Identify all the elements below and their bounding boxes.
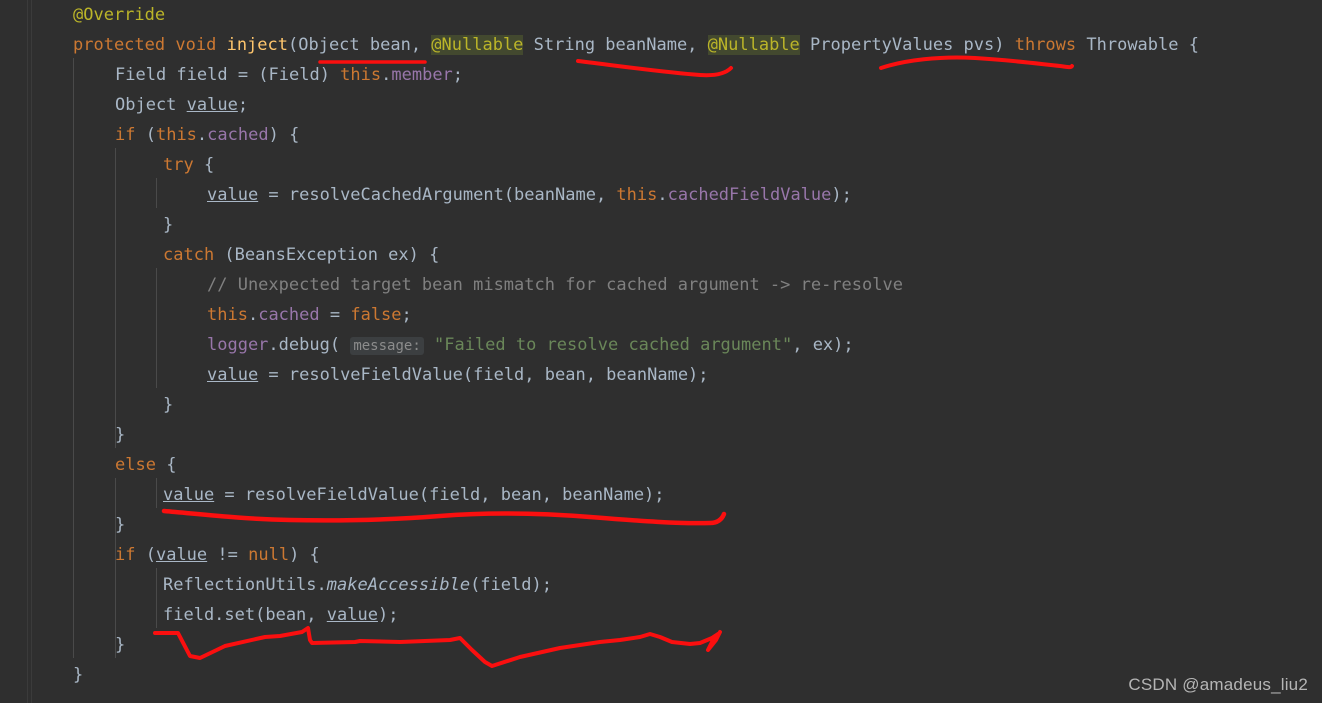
code-line[interactable]: value = resolveFieldValue(field, bean, b… <box>163 480 665 510</box>
token-string: "Failed to resolve cached argument" <box>423 335 793 355</box>
token-keyword-catch: catch <box>163 245 215 265</box>
code-text-layer[interactable]: @Override protected void inject(Object b… <box>0 0 1322 703</box>
code-line[interactable]: this.cached = false; <box>207 300 412 330</box>
code-line[interactable]: } <box>115 630 125 660</box>
token-field-member: member <box>391 65 453 85</box>
token-keyword-this: this <box>340 65 382 85</box>
code-line[interactable]: logger.debug( message: "Failed to resolv… <box>207 330 854 360</box>
code-line[interactable]: // Unexpected target bean mismatch for c… <box>207 270 903 300</box>
token-keyword-this: this <box>155 125 197 145</box>
token-keyword-false: false <box>350 305 402 325</box>
code-line[interactable]: value = resolveCachedArgument(beanName, … <box>207 180 852 210</box>
token-keyword-throws: throws <box>1014 35 1077 55</box>
code-line[interactable]: } <box>115 420 125 450</box>
token-keyword-if: if <box>115 125 136 145</box>
inlay-hint-message[interactable]: message: <box>350 337 424 355</box>
token-method-inject: inject <box>226 35 288 55</box>
code-line[interactable]: value = resolveFieldValue(field, bean, b… <box>207 360 709 390</box>
code-line[interactable]: Object value; <box>115 90 248 120</box>
token-keyword-if: if <box>115 545 136 565</box>
code-editor[interactable]: @Override protected void inject(Object b… <box>0 0 1322 703</box>
token-local-value: value <box>326 605 378 625</box>
token-field-cached: cached <box>258 305 320 325</box>
token-local-value: value <box>186 95 238 115</box>
code-line[interactable]: if (value != null) { <box>115 540 320 570</box>
code-line[interactable]: } <box>163 390 173 420</box>
code-line[interactable]: @Override <box>73 0 165 30</box>
code-line[interactable]: ReflectionUtils.makeAccessible(field); <box>163 570 552 600</box>
token-keyword-this: this <box>207 305 248 325</box>
token-keyword-protected: protected <box>73 35 166 55</box>
token-field-cached: cached <box>207 125 269 145</box>
token-keyword-else: else <box>115 455 156 475</box>
code-line[interactable]: } <box>73 660 83 690</box>
token-local-value: value <box>163 485 215 505</box>
token-annotation-nullable: @Nullable <box>431 35 524 55</box>
code-line[interactable]: if (this.cached) { <box>115 120 299 150</box>
token-keyword-try: try <box>163 155 194 175</box>
token-local-value: value <box>155 545 208 565</box>
code-line[interactable]: protected void inject(Object bean, @Null… <box>73 30 1199 60</box>
token-keyword-null: null <box>248 545 290 565</box>
token-keyword-this: this <box>616 185 658 205</box>
code-line[interactable]: catch (BeansException ex) { <box>163 240 439 270</box>
token-field-logger: logger <box>207 335 269 355</box>
code-line[interactable]: Field field = (Field) this.member; <box>115 60 463 90</box>
token-annotation-nullable: @Nullable <box>707 35 800 55</box>
code-line[interactable]: } <box>163 210 173 240</box>
code-line[interactable]: } <box>115 510 125 540</box>
token-field-cachedfieldvalue: cachedFieldValue <box>667 185 832 205</box>
code-line[interactable]: else { <box>115 450 176 480</box>
token-comment: // Unexpected target bean mismatch for c… <box>207 275 903 295</box>
code-line[interactable]: field.set(bean, value); <box>163 600 398 630</box>
csdn-watermark: CSDN @amadeus_liu2 <box>1128 675 1308 694</box>
token-local-value: value <box>207 185 259 205</box>
token-keyword-void: void <box>175 35 217 55</box>
token-local-value: value <box>207 365 259 385</box>
code-line[interactable]: try { <box>163 150 214 180</box>
token-static-method: makeAccessible <box>326 575 471 595</box>
token-annotation: @Override <box>73 5 166 25</box>
